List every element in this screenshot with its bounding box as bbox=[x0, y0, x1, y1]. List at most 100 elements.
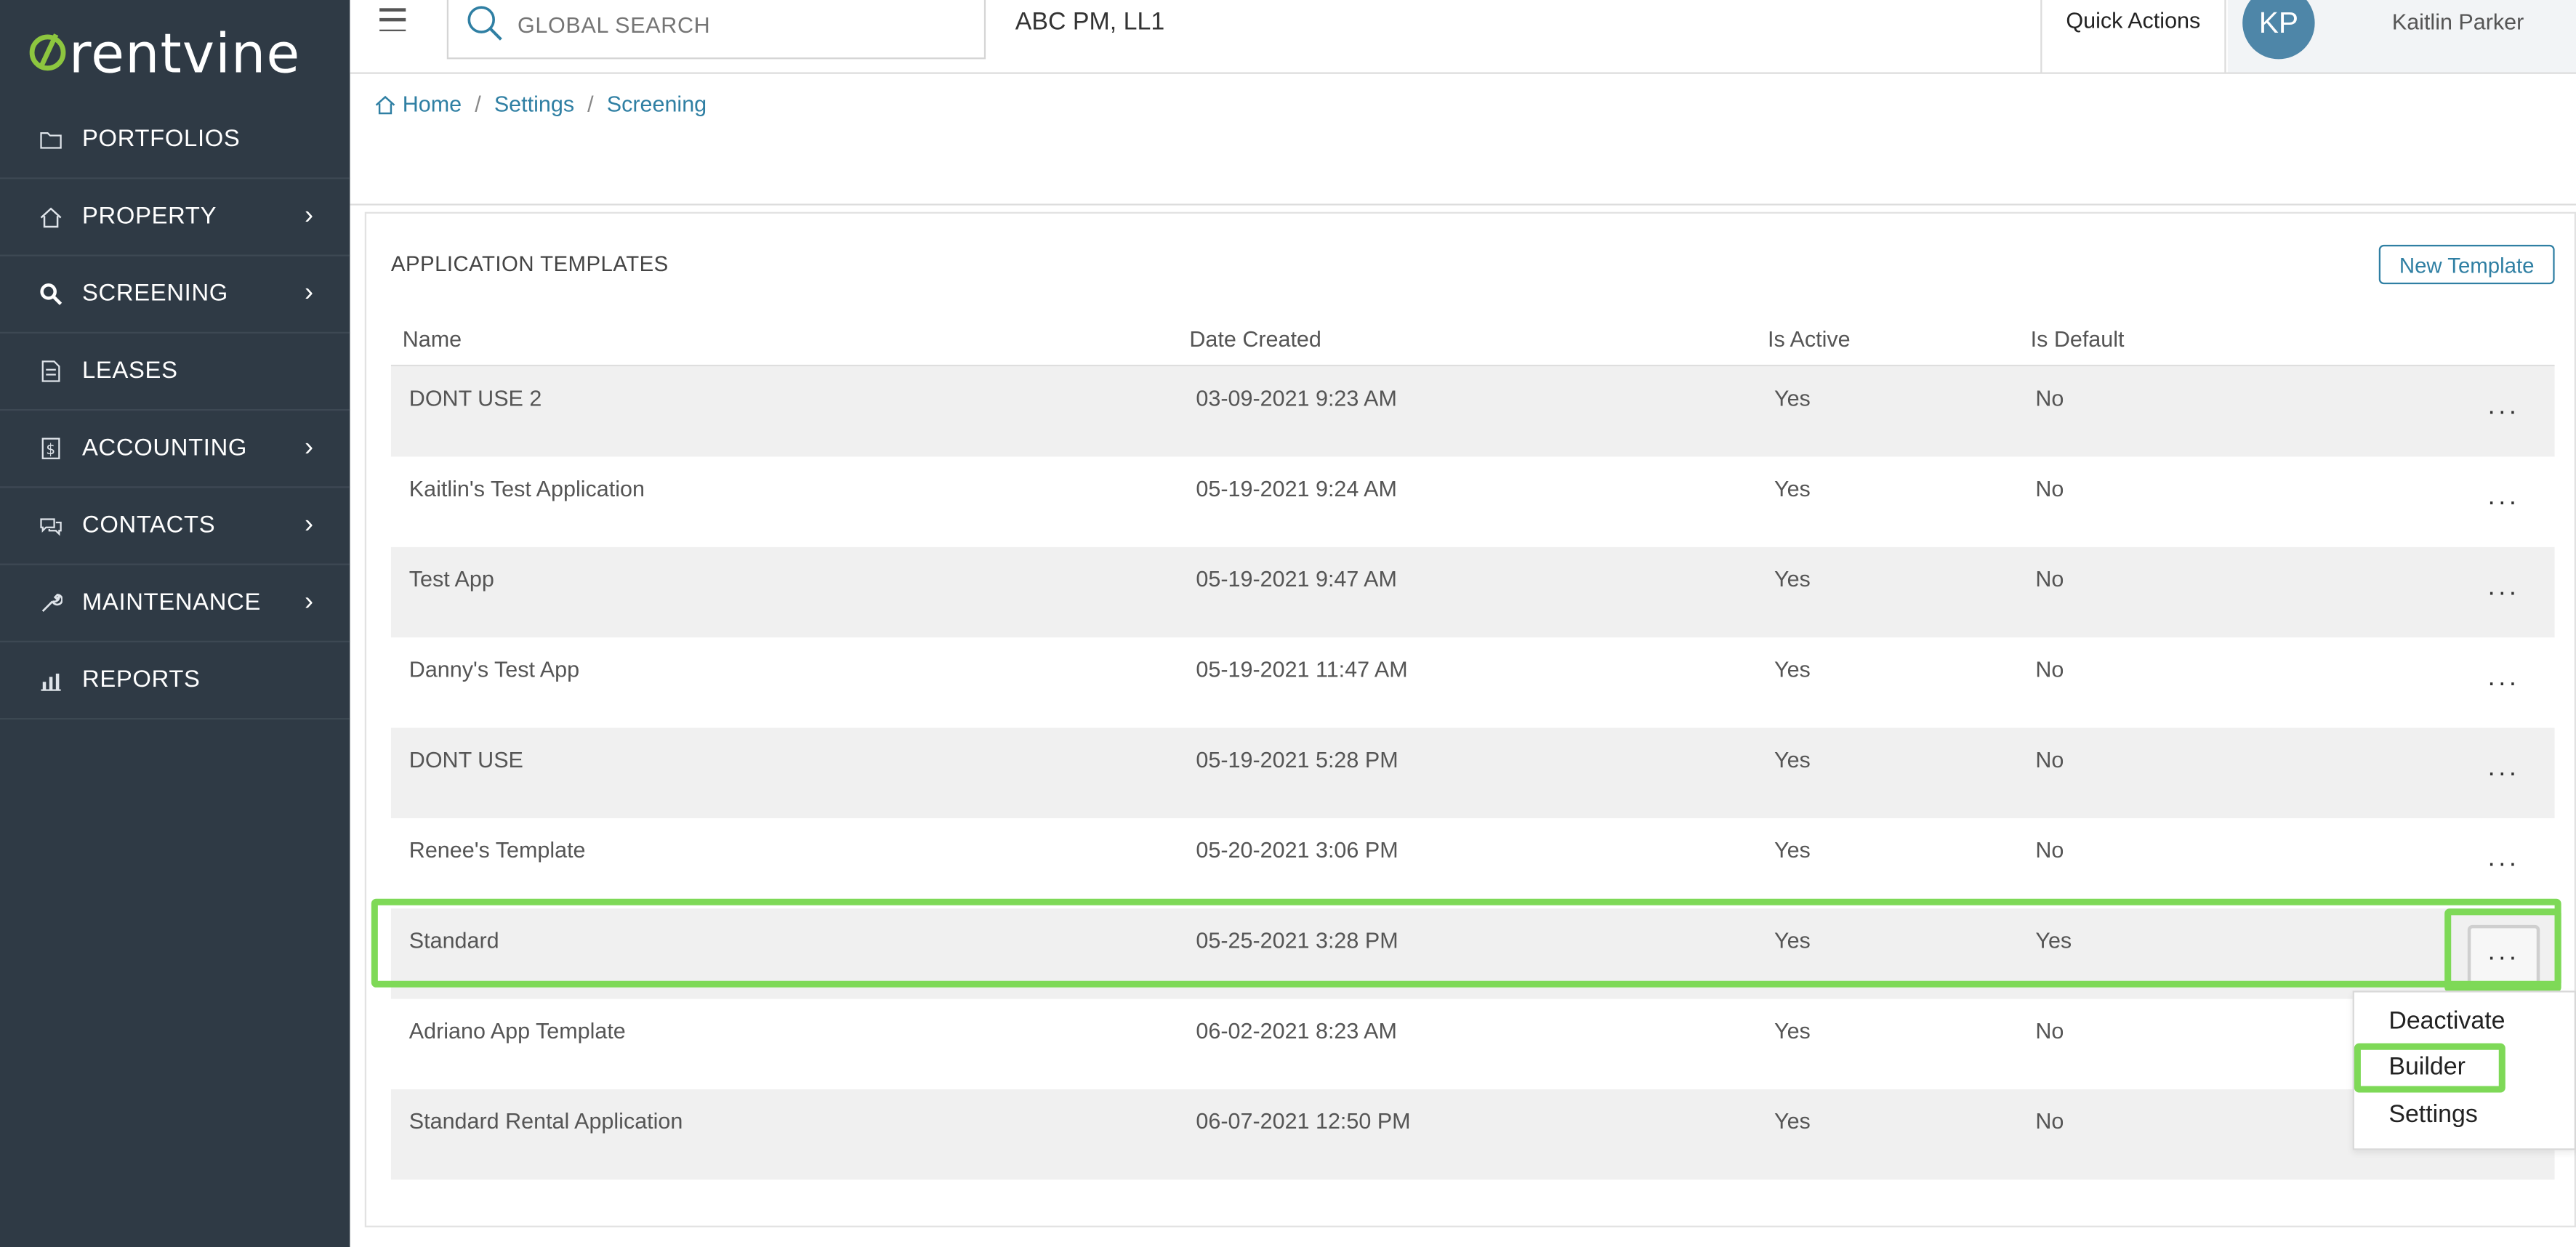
sidebar-item-maintenance[interactable]: MAINTENANCE › bbox=[0, 565, 350, 643]
cell-name: Kaitlin's Test Application bbox=[408, 476, 645, 501]
table-row[interactable]: Danny's Test App 05-19-2021 11:47 AM Yes No… bbox=[391, 637, 2555, 727]
chevron-right-icon: › bbox=[304, 511, 314, 539]
company-name: ABC PM, LL1 bbox=[1015, 8, 1165, 36]
quick-actions-button[interactable]: Quick Actions bbox=[2040, 0, 2226, 73]
table-row[interactable]: Renee's Template 05-20-2021 3:06 PM Yes No.… bbox=[391, 818, 2555, 908]
cell-is-default: No bbox=[2035, 657, 2064, 682]
sidebar-item-accounting[interactable]: $ ACCOUNTING › bbox=[0, 411, 350, 488]
breadcrumb-screening[interactable]: Screening bbox=[607, 92, 707, 117]
table-row[interactable]: Kaitlin's Test Application 05-19-2021 9:2… bbox=[391, 457, 2555, 547]
cell-is-active: Yes bbox=[1774, 747, 1811, 772]
user-name[interactable]: Kaitlin Parker bbox=[2392, 10, 2524, 35]
column-header-date-created[interactable]: Date Created bbox=[1189, 327, 1321, 352]
column-header-name[interactable]: Name bbox=[403, 327, 462, 352]
row-actions-button[interactable]: ... bbox=[2467, 924, 2540, 988]
row-actions-button[interactable]: ... bbox=[2474, 754, 2533, 800]
search-icon bbox=[39, 283, 63, 306]
hamburger-menu-icon[interactable] bbox=[379, 8, 406, 31]
cell-is-active: Yes bbox=[1774, 386, 1811, 411]
cell-is-default: No bbox=[2035, 567, 2064, 592]
logo-mark-icon bbox=[29, 34, 66, 71]
cell-name: Standard bbox=[408, 928, 499, 953]
cell-is-default: Yes bbox=[2035, 928, 2072, 953]
cell-date-created: 06-02-2021 8:23 AM bbox=[1196, 1018, 1397, 1044]
breadcrumb-settings[interactable]: Settings bbox=[494, 92, 574, 117]
cell-date-created: 06-07-2021 12:50 PM bbox=[1196, 1109, 1411, 1134]
cell-is-active: Yes bbox=[1774, 657, 1811, 682]
chat-icon bbox=[39, 514, 63, 538]
new-template-button[interactable]: New Template bbox=[2378, 244, 2555, 285]
menu-item-settings[interactable]: Settings bbox=[2388, 1101, 2478, 1129]
sidebar-item-leases[interactable]: LEASES bbox=[0, 334, 350, 411]
sidebar-item-screening[interactable]: SCREENING › bbox=[0, 257, 350, 334]
menu-item-builder[interactable]: Builder bbox=[2388, 1053, 2466, 1081]
sidebar-item-contacts[interactable]: CONTACTS › bbox=[0, 488, 350, 565]
cell-name: Standard Rental Application bbox=[408, 1109, 683, 1134]
document-icon bbox=[39, 360, 63, 383]
sidebar-nav: PORTFOLIOS PROPERTY › SCREENING › LEASES… bbox=[0, 102, 350, 720]
home-icon bbox=[374, 94, 395, 114]
row-actions-dropdown: Deactivate Builder Settings bbox=[2352, 990, 2576, 1150]
sidebar-item-reports[interactable]: REPORTS bbox=[0, 642, 350, 720]
row-actions-button[interactable]: ... bbox=[2474, 663, 2533, 709]
avatar[interactable]: KP bbox=[2242, 0, 2315, 60]
table-row[interactable]: DONT USE 2 03-09-2021 9:23 AM Yes No... bbox=[390, 366, 2555, 457]
column-header-is-active[interactable]: Is Active bbox=[1768, 327, 1851, 352]
cell-is-default: No bbox=[2035, 1018, 2064, 1044]
cell-name: Danny's Test App bbox=[408, 657, 580, 682]
cell-name: Adriano App Template bbox=[408, 1018, 626, 1044]
sidebar-item-label: REPORTS bbox=[82, 666, 201, 694]
chevron-right-icon: › bbox=[304, 433, 314, 462]
cell-is-active: Yes bbox=[1774, 928, 1811, 953]
cell-is-default: No bbox=[2035, 476, 2064, 501]
cell-is-active: Yes bbox=[1774, 567, 1811, 592]
folder-icon bbox=[39, 128, 63, 151]
menu-item-deactivate[interactable]: Deactivate bbox=[2388, 1007, 2505, 1035]
cell-is-active: Yes bbox=[1774, 1018, 1811, 1044]
cell-date-created: 05-20-2021 3:06 PM bbox=[1196, 838, 1398, 863]
table-row[interactable]: DONT USE 05-19-2021 5:28 PM Yes No... bbox=[390, 727, 2555, 818]
cell-is-active: Yes bbox=[1774, 476, 1811, 501]
column-header-is-default[interactable]: Is Default bbox=[2031, 327, 2125, 352]
cell-name: DONT USE 2 bbox=[408, 386, 542, 411]
row-actions-button[interactable]: ... bbox=[2474, 483, 2533, 529]
breadcrumb: Home / Settings / Screening bbox=[374, 92, 707, 117]
chevron-right-icon: › bbox=[304, 202, 314, 230]
home-icon bbox=[39, 206, 63, 229]
user-menu[interactable]: KP Kaitlin Parker bbox=[2227, 0, 2576, 73]
cell-is-active: Yes bbox=[1774, 1109, 1811, 1134]
sidebar-item-label: SCREENING bbox=[82, 281, 228, 307]
templates-table: Name Date Created Is Active Is Default D… bbox=[390, 315, 2555, 1180]
table-body: DONT USE 2 03-09-2021 9:23 AM Yes No... Kait… bbox=[390, 366, 2555, 1180]
row-actions-button[interactable]: ... bbox=[2474, 392, 2533, 438]
table-row[interactable]: Standard Rental Application 06-07-2021 12… bbox=[390, 1089, 2555, 1180]
sidebar-item-label: MAINTENANCE bbox=[82, 589, 262, 616]
sidebar-item-label: PROPERTY bbox=[82, 203, 217, 230]
table-row[interactable]: Test App 05-19-2021 9:47 AM Yes No... bbox=[390, 546, 2555, 638]
cell-date-created: 03-09-2021 9:23 AM bbox=[1196, 386, 1397, 411]
dollar-icon: $ bbox=[39, 437, 63, 460]
global-search[interactable] bbox=[446, 0, 986, 60]
sidebar-item-portfolios[interactable]: PORTFOLIOS bbox=[0, 102, 350, 179]
table-row[interactable]: Standard 05-25-2021 3:28 PM Yes Yes... bbox=[390, 908, 2555, 999]
cell-is-default: No bbox=[2035, 838, 2064, 863]
sidebar: rentvine PORTFOLIOS PROPERTY › SCREENING… bbox=[0, 0, 350, 1247]
sidebar-item-label: LEASES bbox=[82, 358, 178, 385]
cell-name: Renee's Template bbox=[408, 838, 586, 863]
row-actions-button[interactable]: ... bbox=[2474, 573, 2533, 619]
cell-name: DONT USE bbox=[408, 747, 523, 772]
search-input[interactable] bbox=[517, 9, 962, 40]
cell-is-default: No bbox=[2035, 1109, 2064, 1134]
table-header: Name Date Created Is Active Is Default bbox=[390, 315, 2555, 367]
chevron-right-icon: › bbox=[304, 588, 314, 616]
sidebar-item-property[interactable]: PROPERTY › bbox=[0, 179, 350, 257]
breadcrumb-home[interactable]: Home bbox=[403, 92, 462, 117]
svg-text:$: $ bbox=[46, 440, 56, 458]
chevron-right-icon: › bbox=[304, 279, 314, 307]
rentvine-logo[interactable]: rentvine bbox=[29, 20, 301, 84]
breadcrumb-separator: / bbox=[587, 92, 594, 117]
chart-icon bbox=[39, 669, 63, 692]
sidebar-item-label: CONTACTS bbox=[82, 512, 216, 539]
table-row[interactable]: Adriano App Template 06-02-2021 8:23 AM Ye… bbox=[391, 999, 2555, 1089]
row-actions-button[interactable]: ... bbox=[2474, 844, 2533, 890]
